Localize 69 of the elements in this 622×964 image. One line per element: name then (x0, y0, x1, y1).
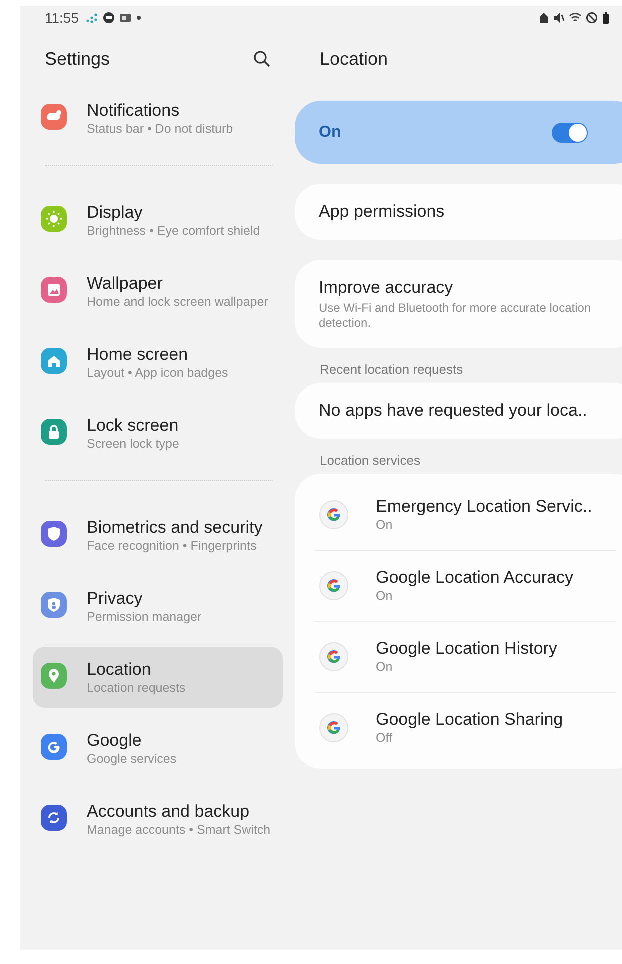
card-text: No apps have requested your loca.. (319, 400, 588, 422)
item-title: Google Location Accuracy (376, 567, 574, 588)
settings-card[interactable]: App permissions (295, 184, 622, 240)
item-title: Google (87, 730, 143, 752)
dots-icon (85, 12, 99, 24)
item-title: Notifications (87, 100, 181, 122)
item-subtitle: Home and lock screen wallpaper (87, 295, 268, 310)
item-subtitle: Face recognition • Fingerprints (87, 539, 258, 554)
item-title: Lock screen (87, 415, 180, 437)
switch-label: On (319, 124, 342, 142)
item-title: Home screen (87, 344, 190, 366)
sidebar-item[interactable]: Home screen Layout • App icon badges (33, 332, 283, 393)
item-title: Google Location Sharing (376, 709, 564, 730)
g-logo-icon (319, 642, 349, 672)
sidebar-item[interactable]: Accounts and backup Manage accounts • Smart Switch (33, 789, 283, 850)
sidebar-item[interactable]: Privacy Permission manager (33, 576, 283, 637)
item-subtitle: Screen lock type (87, 437, 180, 452)
notification-icon (103, 12, 115, 24)
item-subtitle: Brightness • Eye comfort shield (87, 224, 260, 239)
item-status: On (376, 659, 394, 676)
blocked-icon (586, 12, 598, 24)
section-header: Recent location requests (319, 361, 464, 379)
service-item[interactable]: Google Location History On (315, 622, 616, 692)
notification-icon (119, 12, 132, 24)
item-status: On (376, 517, 394, 534)
settings-card[interactable]: Improve accuracy Use Wi-Fi and Bluetooth for more accurate location detection. (295, 260, 622, 348)
item-title: Accounts and backup (87, 801, 251, 823)
card-title: Improve accuracy (319, 277, 454, 299)
item-subtitle: Manage accounts • Smart Switch (87, 823, 271, 838)
item-title: Display (87, 202, 144, 224)
item-title: Wallpaper (87, 273, 164, 295)
g-logo-icon (319, 571, 349, 601)
card-title: App permissions (319, 201, 446, 223)
page-title: Settings (45, 48, 110, 70)
card-subtitle: Use Wi-Fi and Bluetooth for more accurate location detection. (319, 301, 592, 331)
sidebar-item[interactable]: Lock screen Screen lock type (33, 403, 283, 464)
item-subtitle: Layout • App icon badges (87, 366, 228, 381)
item-subtitle: Location requests (87, 681, 186, 696)
item-subtitle: Google services (87, 752, 177, 767)
sidebar-item[interactable]: Display Brightness • Eye comfort shield (33, 190, 283, 251)
sidebar-item[interactable]: Google Google services (33, 718, 283, 779)
page-title: Location (320, 48, 388, 70)
item-subtitle: Permission manager (87, 610, 202, 625)
sidebar-item[interactable]: Location Location requests (33, 647, 283, 708)
item-title: Privacy (87, 588, 144, 610)
master-switch-card[interactable]: On (295, 101, 622, 164)
clock-time: 11:55 (45, 10, 79, 26)
item-title: Emergency Location Servic.. (376, 496, 592, 517)
toggle-switch[interactable] (552, 122, 588, 142)
service-item[interactable]: Emergency Location Servic.. On (315, 480, 616, 550)
mute-icon (553, 12, 565, 24)
wifi-icon (569, 12, 582, 24)
sidebar-item[interactable]: Wallpaper Home and lock screen wallpaper (33, 261, 283, 322)
g-logo-icon (319, 713, 349, 743)
item-subtitle: Status bar • Do not disturb (87, 122, 234, 137)
service-item[interactable]: Google Location Accuracy On (315, 551, 616, 621)
item-title: Location (87, 659, 152, 681)
section-header: Location services (319, 452, 422, 470)
dot-icon (136, 15, 142, 21)
search-button[interactable] (251, 48, 273, 70)
item-status: On (376, 588, 394, 605)
item-title: Biometrics and security (87, 517, 263, 539)
sidebar-item[interactable]: Notifications Status bar • Do not disturb (33, 88, 283, 149)
battery-icon (602, 12, 610, 24)
g-logo-icon (319, 500, 349, 530)
item-status: Off (376, 730, 394, 747)
item-title: Google Location History (376, 638, 558, 659)
service-item[interactable]: Google Location Sharing Off (315, 693, 616, 763)
sidebar-item[interactable]: Biometrics and security Face recognition • Fingerprints (33, 505, 283, 566)
